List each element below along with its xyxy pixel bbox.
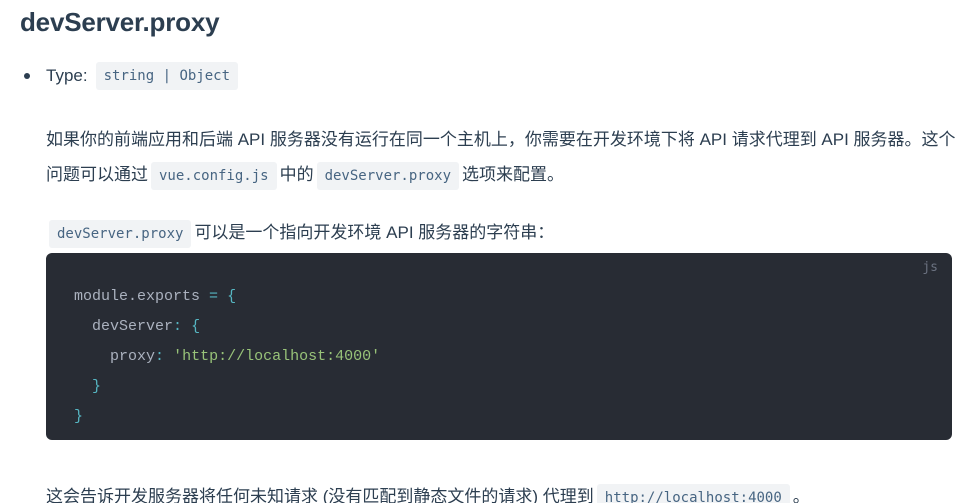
bullet-dot-icon xyxy=(24,73,30,79)
intro-text-part2: 中的 xyxy=(279,165,314,184)
code-block: js module.exports = { devServer: { proxy… xyxy=(46,253,952,440)
code-token: : xyxy=(155,348,165,365)
devserver-proxy-code-2: devServer.proxy xyxy=(49,219,192,248)
code-content[interactable]: module.exports = { devServer: { proxy: '… xyxy=(46,253,952,431)
devserver-proxy-code: devServer.proxy xyxy=(316,161,460,190)
code-token: = xyxy=(209,288,219,305)
code-token: : xyxy=(173,318,183,335)
localhost-url-code: http://localhost:4000 xyxy=(596,483,790,503)
code-token: { xyxy=(191,318,201,335)
type-value-code: string | Object xyxy=(95,62,239,90)
code-token: proxy xyxy=(110,348,156,365)
outro-text-part1: 这会告诉开发服务器将任何未知请求 (没有匹配到静态文件的请求) 代理到 xyxy=(46,487,594,503)
intro-text-part3: 选项来配置。 xyxy=(462,165,565,184)
documentation-page: devServer.proxy Type: string | Object 如果… xyxy=(0,0,972,503)
code-language-label: js xyxy=(922,260,938,275)
page-title: devServer.proxy xyxy=(20,7,220,37)
code-token: } xyxy=(74,408,84,425)
outro-paragraph: 这会告诉开发服务器将任何未知请求 (没有匹配到静态文件的请求) 代理到 http:… xyxy=(46,479,956,503)
outro-text-part2: 。 xyxy=(792,487,810,503)
code-body: module.exports = { devServer: { proxy: '… xyxy=(74,288,380,425)
type-list-item: Type: string | Object xyxy=(24,62,239,90)
string-intro-paragraph: devServer.proxy 可以是一个指向开发环境 API 服务器的字符串： xyxy=(46,215,956,250)
code-token: module.exports xyxy=(74,288,201,305)
vue-config-js-code: vue.config.js xyxy=(151,161,277,190)
type-label: Type: xyxy=(46,66,88,85)
code-token: 'http://localhost:4000' xyxy=(173,348,381,365)
code-token: { xyxy=(227,288,237,305)
code-token: } xyxy=(92,378,102,395)
string-intro-text: 可以是一个指向开发环境 API 服务器的字符串： xyxy=(194,223,555,242)
code-token: devServer xyxy=(92,318,174,335)
intro-paragraph: 如果你的前端应用和后端 API 服务器没有运行在同一个主机上，你需要在开发环境下… xyxy=(46,122,956,192)
